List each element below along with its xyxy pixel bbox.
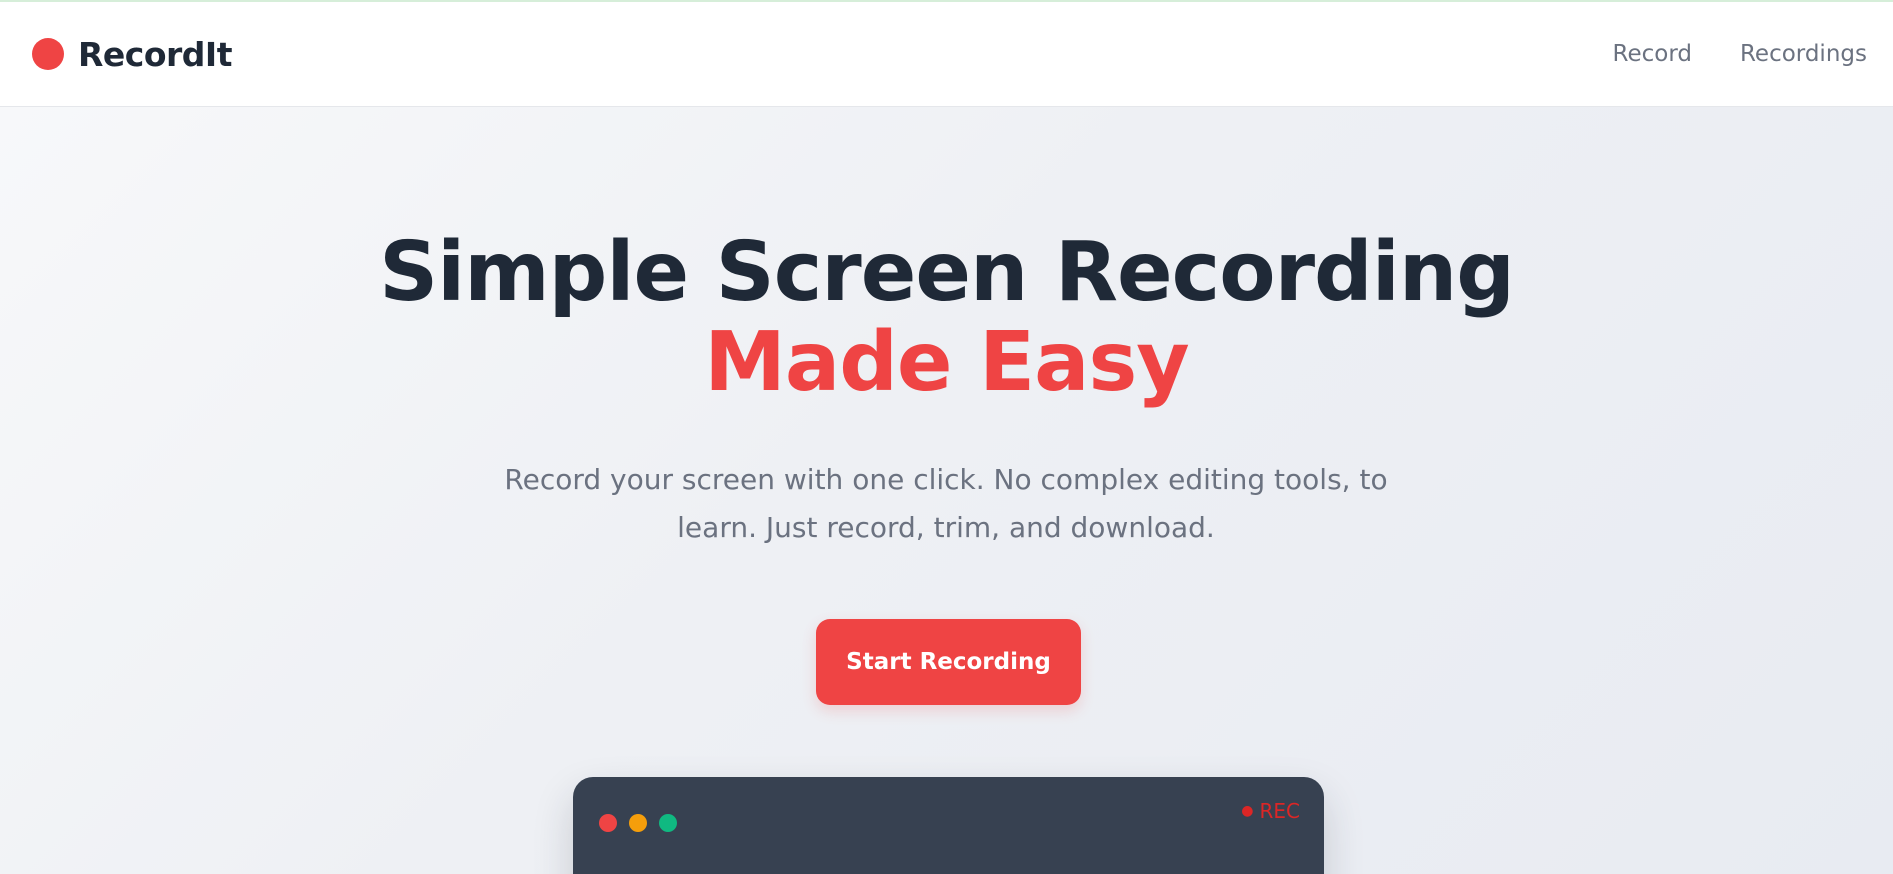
maximize-dot-icon [659,814,677,832]
brand-logo-link[interactable]: RecordIt [32,35,232,74]
nav-link-recordings[interactable]: Recordings [1740,41,1867,67]
window-controls [599,814,677,832]
record-dot-icon [32,38,64,70]
rec-label: REC [1259,799,1301,823]
recording-preview-window: ● REC [573,777,1324,874]
hero-subtitle: Record your screen with one click. No co… [504,463,1388,544]
minimize-dot-icon [629,814,647,832]
rec-indicator: ● REC [1241,799,1300,823]
hero-title: Simple Screen Recording [379,225,1515,320]
main-nav: Record Recordings [1613,41,1868,67]
start-recording-button[interactable]: Start Recording [816,619,1081,705]
hero-title-accent: Made Easy [704,315,1189,410]
brand-name: RecordIt [78,34,232,74]
nav-link-record[interactable]: Record [1613,41,1692,67]
hero-section: Simple Screen Recording Made Easy Record… [0,107,1893,874]
top-navigation-bar: RecordIt Record Recordings [0,0,1893,107]
recording-dot-icon: ● [1241,803,1254,819]
close-dot-icon [599,814,617,832]
